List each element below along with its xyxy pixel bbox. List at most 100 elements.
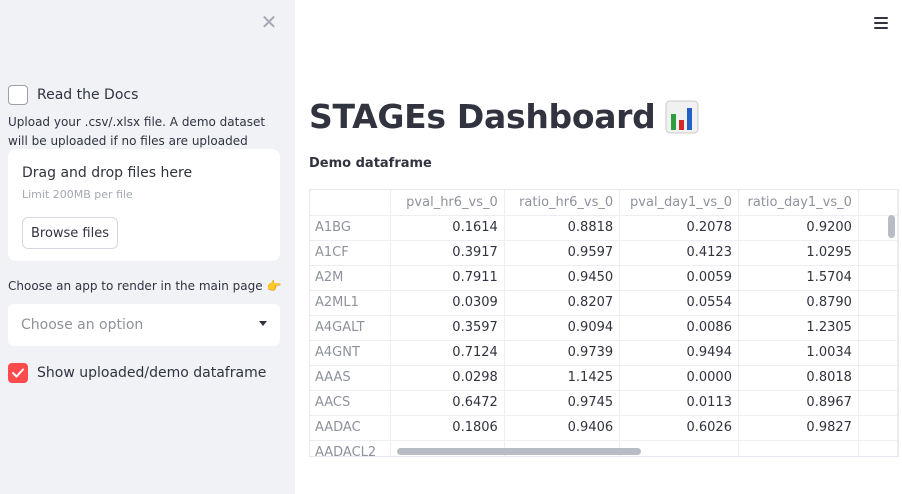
table-cell[interactable]: 0.0309 (390, 290, 505, 316)
table-cell[interactable]: 1.2305 (738, 315, 859, 341)
table-cell[interactable]: 0.8207 (504, 290, 621, 316)
vertical-scrollbar[interactable] (888, 215, 895, 238)
sidebar: ✕ Read the Docs Upload your .csv/.xlsx f… (0, 0, 295, 494)
show-dataframe-label: Show uploaded/demo dataframe (37, 365, 267, 381)
table-row: AAAS 0.0298 1.1425 0.0000 0.8018 (310, 365, 898, 391)
table-cell[interactable]: 0.9745 (504, 390, 621, 416)
table-cell[interactable]: 0.9739 (504, 340, 621, 366)
checkbox-box[interactable] (8, 363, 28, 383)
hamburger-menu-icon[interactable] (874, 17, 888, 29)
table-cell[interactable]: 0.1806 (390, 415, 505, 441)
table-cell (858, 340, 898, 366)
table-cell[interactable]: 0.9200 (738, 215, 859, 241)
data-table: pval_hr6_vs_0 ratio_hr6_vs_0 pval_day1_v… (310, 190, 898, 456)
table-cell (858, 290, 898, 316)
table-cell[interactable]: 0.0554 (619, 290, 739, 316)
table-cell[interactable]: 0.2078 (619, 215, 739, 241)
table-cell[interactable]: 0.0113 (619, 390, 739, 416)
table-row: A4GNT 0.7124 0.9739 0.9494 1.0034 (310, 340, 898, 366)
table-cell[interactable]: 0.8818 (504, 215, 621, 241)
table-cell[interactable]: 0.7124 (390, 340, 505, 366)
table-cell (858, 440, 898, 456)
column-header[interactable] (858, 190, 898, 216)
table-cell[interactable] (738, 440, 859, 456)
table-cell[interactable]: 0.9450 (504, 265, 621, 291)
dataframe-caption: Demo dataframe (309, 156, 432, 171)
checkbox-box[interactable] (8, 85, 28, 105)
table-cell[interactable]: 0.9494 (619, 340, 739, 366)
browse-files-button[interactable]: Browse files (22, 217, 118, 249)
close-icon[interactable]: ✕ (259, 12, 279, 32)
row-index-cell[interactable]: AAAS (310, 365, 391, 391)
table-cell[interactable]: 0.3597 (390, 315, 505, 341)
table-row: A2ML1 0.0309 0.8207 0.0554 0.8790 (310, 290, 898, 316)
table-row: A1CF 0.3917 0.9597 0.4123 1.0295 (310, 240, 898, 266)
row-index-cell[interactable]: A2ML1 (310, 290, 391, 316)
bar-chart-icon (665, 100, 699, 133)
page-title-text: STAGEs Dashboard (309, 97, 656, 136)
column-header[interactable]: pval_hr6_vs_0 (390, 190, 505, 216)
row-index-cell[interactable]: A1CF (310, 240, 391, 266)
table-cell[interactable]: 0.1614 (390, 215, 505, 241)
table-cell[interactable]: 0.9406 (504, 415, 621, 441)
table-cell[interactable]: 0.4123 (619, 240, 739, 266)
table-cell[interactable]: 1.1425 (504, 365, 621, 391)
row-index-cell[interactable]: A4GALT (310, 315, 391, 341)
row-index-cell[interactable]: AADAC (310, 415, 391, 441)
table-cell[interactable]: 0.6472 (390, 390, 505, 416)
read-docs-checkbox[interactable]: Read the Docs (8, 85, 138, 105)
row-index-cell[interactable]: AADACL2 (310, 440, 391, 456)
dropzone-title: Drag and drop files here (22, 165, 193, 181)
table-cell[interactable]: 0.0298 (390, 365, 505, 391)
choose-app-text: Choose an app to render in the main page (8, 279, 263, 293)
table-cell[interactable]: 1.0295 (738, 240, 859, 266)
row-index-cell[interactable]: A1BG (310, 215, 391, 241)
row-index-cell[interactable]: A2M (310, 265, 391, 291)
table-row: A1BG 0.1614 0.8818 0.2078 0.9200 (310, 215, 898, 241)
column-header[interactable]: ratio_hr6_vs_0 (504, 190, 621, 216)
table-cell[interactable]: 0.9597 (504, 240, 621, 266)
dropzone-limit: Limit 200MB per file (22, 188, 133, 201)
checkmark-icon (12, 368, 24, 378)
table-cell (858, 315, 898, 341)
row-index-cell[interactable]: A4GNT (310, 340, 391, 366)
dataframe-table[interactable]: pval_hr6_vs_0 ratio_hr6_vs_0 pval_day1_v… (309, 189, 899, 457)
table-row: AADAC 0.1806 0.9406 0.6026 0.9827 (310, 415, 898, 441)
table-cell[interactable]: 0.0086 (619, 315, 739, 341)
table-cell[interactable]: 0.9827 (738, 415, 859, 441)
table-cell (858, 390, 898, 416)
table-cell[interactable]: 0.7911 (390, 265, 505, 291)
table-row: AACS 0.6472 0.9745 0.0113 0.8967 (310, 390, 898, 416)
table-cell[interactable]: 0.8018 (738, 365, 859, 391)
table-cell (858, 415, 898, 441)
table-cell[interactable]: 0.0059 (619, 265, 739, 291)
column-header[interactable]: pval_day1_vs_0 (619, 190, 739, 216)
table-cell[interactable]: 0.6026 (619, 415, 739, 441)
column-header[interactable] (310, 190, 391, 216)
chevron-down-icon (259, 321, 267, 326)
choose-app-label: Choose an app to render in the main page… (8, 279, 282, 293)
table-cell[interactable]: 0.3917 (390, 240, 505, 266)
column-header[interactable]: ratio_day1_vs_0 (738, 190, 859, 216)
table-cell[interactable]: 1.0034 (738, 340, 859, 366)
horizontal-scrollbar[interactable] (397, 448, 641, 455)
read-docs-label: Read the Docs (37, 87, 139, 103)
table-cell[interactable]: 0.8967 (738, 390, 859, 416)
pointing-hand-icon: 👉 (266, 279, 282, 293)
table-row: A2M 0.7911 0.9450 0.0059 1.5704 (310, 265, 898, 291)
table-cell (858, 265, 898, 291)
app-select-placeholder: Choose an option (21, 317, 144, 333)
table-row: A4GALT 0.3597 0.9094 0.0086 1.2305 (310, 315, 898, 341)
show-dataframe-checkbox[interactable]: Show uploaded/demo dataframe (8, 363, 266, 383)
app-select[interactable]: Choose an option (8, 304, 280, 346)
table-cell[interactable]: 0.9094 (504, 315, 621, 341)
upload-help-text: Upload your .csv/.xlsx file. A demo data… (8, 115, 266, 148)
table-cell[interactable]: 1.5704 (738, 265, 859, 291)
page-title: STAGEs Dashboard (309, 97, 699, 136)
table-cell (858, 240, 898, 266)
row-index-cell[interactable]: AACS (310, 390, 391, 416)
file-uploader-dropzone[interactable]: Drag and drop files here Limit 200MB per… (8, 149, 280, 261)
table-header-row: pval_hr6_vs_0 ratio_hr6_vs_0 pval_day1_v… (310, 190, 898, 216)
table-cell[interactable]: 0.8790 (738, 290, 859, 316)
table-cell[interactable]: 0.0000 (619, 365, 739, 391)
